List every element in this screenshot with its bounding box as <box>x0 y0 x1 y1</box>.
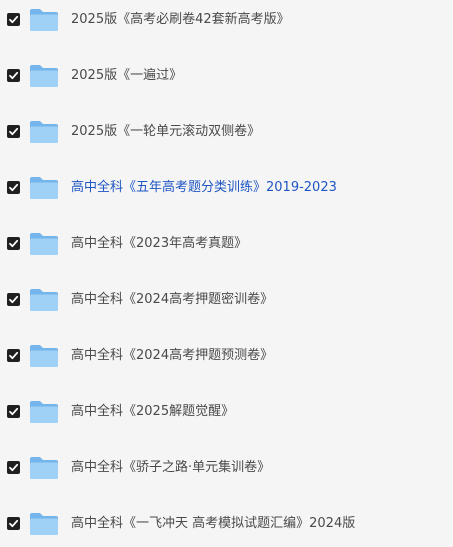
folder-name: 2025版《一遍过》 <box>71 68 183 83</box>
list-item[interactable]: 高中全科《2023年高考真题》 <box>0 224 453 264</box>
checkbox-checked-icon[interactable] <box>7 125 20 138</box>
list-item[interactable]: 高中全科《2025解题觉醒》 <box>0 392 453 432</box>
folder-name: 高中全科《2023年高考真题》 <box>71 236 248 251</box>
folder-name: 高中全科《2024高考押题预测卷》 <box>71 348 274 363</box>
list-item[interactable]: 高中全科《骄子之路·单元集训卷》 <box>0 448 453 488</box>
list-item[interactable]: 2025版《高考必刷卷42套新高考版》 <box>0 0 453 40</box>
folder-icon <box>29 232 59 256</box>
folder-name: 高中全科《2024高考押题密训卷》 <box>71 292 274 307</box>
folder-name: 高中全科《五年高考题分类训练》2019-2023 <box>71 180 337 195</box>
folder-icon <box>29 400 59 424</box>
folder-icon <box>29 8 59 32</box>
checkbox-checked-icon[interactable] <box>7 181 20 194</box>
checkbox-checked-icon[interactable] <box>7 461 20 474</box>
folder-name: 2025版《一轮单元滚动双侧卷》 <box>71 124 261 139</box>
list-item[interactable]: 高中全科《五年高考题分类训练》2019-2023 <box>0 168 453 208</box>
folder-name: 高中全科《骄子之路·单元集训卷》 <box>71 460 271 475</box>
list-item[interactable]: 高中全科《2024高考押题预测卷》 <box>0 336 453 376</box>
list-item[interactable]: 高中全科《一飞冲天 高考模拟试题汇编》2024版 <box>0 504 453 544</box>
folder-name: 2025版《高考必刷卷42套新高考版》 <box>71 12 290 27</box>
checkbox-checked-icon[interactable] <box>7 349 20 362</box>
folder-name: 高中全科《2025解题觉醒》 <box>71 404 235 419</box>
folder-name: 高中全科《一飞冲天 高考模拟试题汇编》2024版 <box>71 516 356 531</box>
folder-icon <box>29 456 59 480</box>
list-item[interactable]: 2025版《一遍过》 <box>0 56 453 96</box>
checkbox-checked-icon[interactable] <box>7 13 20 26</box>
checkbox-checked-icon[interactable] <box>7 293 20 306</box>
file-list: 2025版《高考必刷卷42套新高考版》 2025版《一遍过》 2025版《一轮单… <box>0 0 453 547</box>
list-item[interactable]: 2025版《一轮单元滚动双侧卷》 <box>0 112 453 152</box>
folder-icon <box>29 512 59 536</box>
folder-icon <box>29 288 59 312</box>
checkbox-checked-icon[interactable] <box>7 69 20 82</box>
folder-icon <box>29 176 59 200</box>
checkbox-checked-icon[interactable] <box>7 405 20 418</box>
checkbox-checked-icon[interactable] <box>7 237 20 250</box>
folder-icon <box>29 344 59 368</box>
list-item[interactable]: 高中全科《2024高考押题密训卷》 <box>0 280 453 320</box>
checkbox-checked-icon[interactable] <box>7 517 20 530</box>
folder-icon <box>29 120 59 144</box>
folder-icon <box>29 64 59 88</box>
